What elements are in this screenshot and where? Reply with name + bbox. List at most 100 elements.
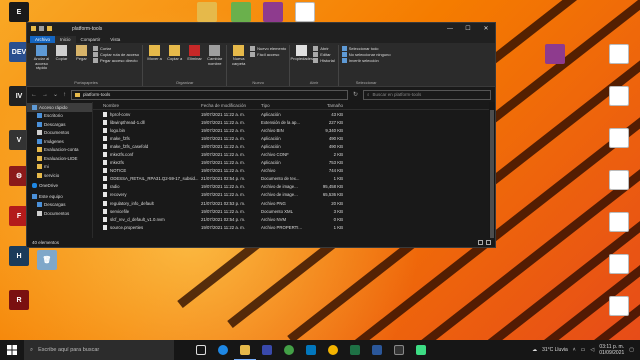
start-button[interactable] — [0, 340, 24, 360]
nav-item-evaluacion-conta[interactable]: Evaluacion-conta — [27, 146, 92, 155]
easy-access-button[interactable]: Fácil acceso — [250, 52, 286, 57]
nav-item-documentos-2[interactable]: Documentos — [27, 209, 92, 218]
tab-archivo[interactable]: Archivo — [30, 36, 56, 43]
minimize-button[interactable]: — — [441, 23, 459, 34]
edit-button[interactable]: Editar — [313, 52, 334, 57]
clock[interactable]: 03:11 p. m. 01/09/2021 — [599, 344, 624, 356]
taskbar-app-photos[interactable] — [300, 340, 322, 360]
new-folder-icon[interactable] — [47, 26, 52, 31]
nav-item-imagenes[interactable]: Imágenes — [27, 137, 92, 146]
desktop-icon-doc-5[interactable]: PDF — [604, 170, 634, 190]
vertical-scrollbar[interactable] — [489, 102, 495, 245]
copy-button[interactable]: Copiar — [53, 45, 70, 80]
desktop-icon-recycle-bin[interactable]: 🗑 — [32, 250, 62, 270]
column-date[interactable]: Fecha de modificación — [201, 103, 261, 108]
open-button[interactable]: Abrir — [313, 46, 334, 51]
file-row[interactable]: source.properties 19/07/2021 11:22 a. m. A… — [93, 223, 495, 231]
history-button[interactable]: Historial — [313, 58, 335, 63]
folder-icon[interactable] — [31, 26, 36, 31]
select-none-button[interactable]: No seleccionar ninguno — [341, 52, 391, 57]
back-arrow-icon[interactable]: ← — [31, 92, 37, 98]
address-bar[interactable]: platform-tools — [71, 89, 348, 100]
up-arrow-icon[interactable]: ↑ — [63, 92, 66, 98]
file-row[interactable]: mke2fs.conf 19/07/2021 11:22 a. m. Archivo… — [93, 150, 495, 158]
file-row[interactable]: radio 19/07/2021 11:22 a. m. Archivo de im… — [93, 183, 495, 191]
desktop-icon-halo[interactable]: H — [4, 246, 34, 266]
select-all-button[interactable]: Seleccionar todo — [341, 46, 391, 51]
desktop-icon-doc-4[interactable]: PDF — [604, 128, 634, 148]
file-row[interactable]: logo.bin 19/07/2021 11:22 a. m. Archivo BI… — [93, 126, 495, 134]
forward-arrow-icon[interactable]: → — [42, 92, 48, 98]
taskbar-app-store[interactable] — [256, 340, 278, 360]
file-row[interactable]: make_f2fs 19/07/2021 11:22 a. m. Aplicació… — [93, 134, 495, 142]
desktop-icon-doc-3[interactable]: PDF — [604, 86, 634, 106]
large-icons-view-icon[interactable] — [486, 240, 491, 245]
nav-item-descargas-2[interactable]: Descargas — [27, 201, 92, 210]
nav-item-onedrive[interactable]: OneDrive — [27, 182, 92, 191]
weather-text[interactable]: 31°C Lluvia — [542, 347, 568, 353]
taskbar-search-input[interactable]: ⌕ Escribe aquí para buscar — [24, 340, 174, 360]
nav-item-acceso-rapido[interactable]: Acceso rápido — [27, 103, 92, 112]
tab-inicio[interactable]: Inicio — [55, 36, 76, 43]
desktop-icon-winrar[interactable] — [258, 2, 288, 22]
desktop-icon-doc-6[interactable]: PDF — [604, 212, 634, 232]
paste-button[interactable]: Pegar — [73, 45, 90, 80]
volume-icon[interactable]: ◁ — [590, 347, 594, 353]
details-view-icon[interactable] — [478, 240, 483, 245]
task-view-button[interactable] — [190, 340, 212, 360]
search-input[interactable]: ⌕ Buscar en platform-tools — [363, 89, 491, 100]
maximize-button[interactable]: ☐ — [459, 23, 477, 34]
close-button[interactable]: ✕ — [477, 23, 495, 34]
file-row[interactable]: mke2fs 19/07/2021 11:22 a. m. Aplicación 75… — [93, 159, 495, 167]
taskbar-app-excel[interactable] — [344, 340, 366, 360]
file-row[interactable]: make_f2fs_casefold 19/07/2021 11:22 a. m.… — [93, 142, 495, 150]
column-type[interactable]: Tipo — [261, 103, 311, 108]
weather-icon[interactable]: ☁ — [532, 347, 537, 353]
file-row[interactable]: servicefile 19/07/2021 11:22 a. m. Documen… — [93, 207, 495, 215]
invert-selection-button[interactable]: Invertir selección — [341, 58, 391, 63]
new-item-button[interactable]: Nuevo elemento — [250, 46, 286, 51]
taskbar-app-xbox[interactable] — [278, 340, 300, 360]
desktop-icon-doc-1[interactable]: PDF — [290, 2, 320, 22]
column-name[interactable]: Nombre — [93, 103, 201, 108]
desktop-icon-rdr2[interactable]: R — [4, 290, 34, 310]
new-folder-button[interactable]: Nueva carpeta — [230, 45, 247, 80]
properties-button[interactable]: Propiedades — [291, 45, 313, 80]
taskbar-app-android-studio[interactable] — [410, 340, 432, 360]
properties-icon[interactable] — [39, 26, 44, 31]
taskbar-app-chrome[interactable] — [322, 340, 344, 360]
taskbar-app-edge[interactable] — [212, 340, 234, 360]
taskbar-app-explorer[interactable] — [234, 340, 256, 360]
desktop-icon-epic-games[interactable]: E — [4, 2, 34, 22]
column-size[interactable]: Tamaño — [311, 103, 343, 108]
paste-shortcut-button[interactable]: Pegar acceso directo — [93, 58, 139, 63]
file-row[interactable]: ODESSA_RETAIL_RPA31.Q2-59-17_subsid... 21… — [93, 175, 495, 183]
file-row[interactable]: NOTICE 19/07/2021 11:22 a. m. Archivo 744 K… — [93, 167, 495, 175]
desktop-icon-doc-7[interactable]: PDF — [604, 254, 634, 274]
file-row[interactable]: recovery 19/07/2021 11:22 a. m. Archivo de… — [93, 191, 495, 199]
move-to-button[interactable]: Mover a — [146, 45, 163, 80]
nav-item-descargas[interactable]: Descargas — [27, 120, 92, 129]
rename-button[interactable]: Cambiar nombre — [206, 45, 223, 80]
cut-button[interactable]: Cortar — [93, 46, 139, 51]
taskbar-app-word[interactable] — [366, 340, 388, 360]
desktop-icon-doc-2[interactable]: PDF — [604, 44, 634, 64]
copy-path-button[interactable]: Copiar ruta de acceso — [93, 52, 139, 57]
network-icon[interactable]: ▭ — [581, 347, 586, 353]
file-row[interactable]: hprof-conv 19/07/2021 11:22 a. m. Aplicaci… — [93, 110, 495, 118]
copy-to-button[interactable]: Copiar a — [166, 45, 183, 80]
desktop-icon-doc-8[interactable]: PDF — [604, 296, 634, 316]
nav-item-servicio[interactable]: servicio — [27, 171, 92, 180]
file-row[interactable]: libwinpthread-1.dll 19/07/2021 11:22 a. m… — [93, 118, 495, 126]
desktop-icon-android[interactable] — [226, 2, 256, 22]
refresh-icon[interactable]: ↻ — [353, 91, 358, 98]
nav-item-documentos[interactable]: Documentos — [27, 129, 92, 138]
pin-quick-access-button[interactable]: Anclar al acceso rápido — [33, 45, 50, 80]
file-row[interactable]: slcf_rev_d_default_v1.0.nvm 21/07/2021 02… — [93, 215, 495, 223]
chevron-up-icon[interactable]: ˄ — [573, 347, 576, 353]
chevron-down-icon[interactable]: ⌄ — [53, 91, 58, 98]
nav-item-evaluacion-lide[interactable]: Evaluacion-LIDE — [27, 154, 92, 163]
tab-compartir[interactable]: Compartir — [76, 36, 106, 43]
desktop-icon-winrar-archive[interactable] — [540, 44, 570, 64]
nav-item-este-equipo[interactable]: Este equipo — [27, 192, 92, 201]
